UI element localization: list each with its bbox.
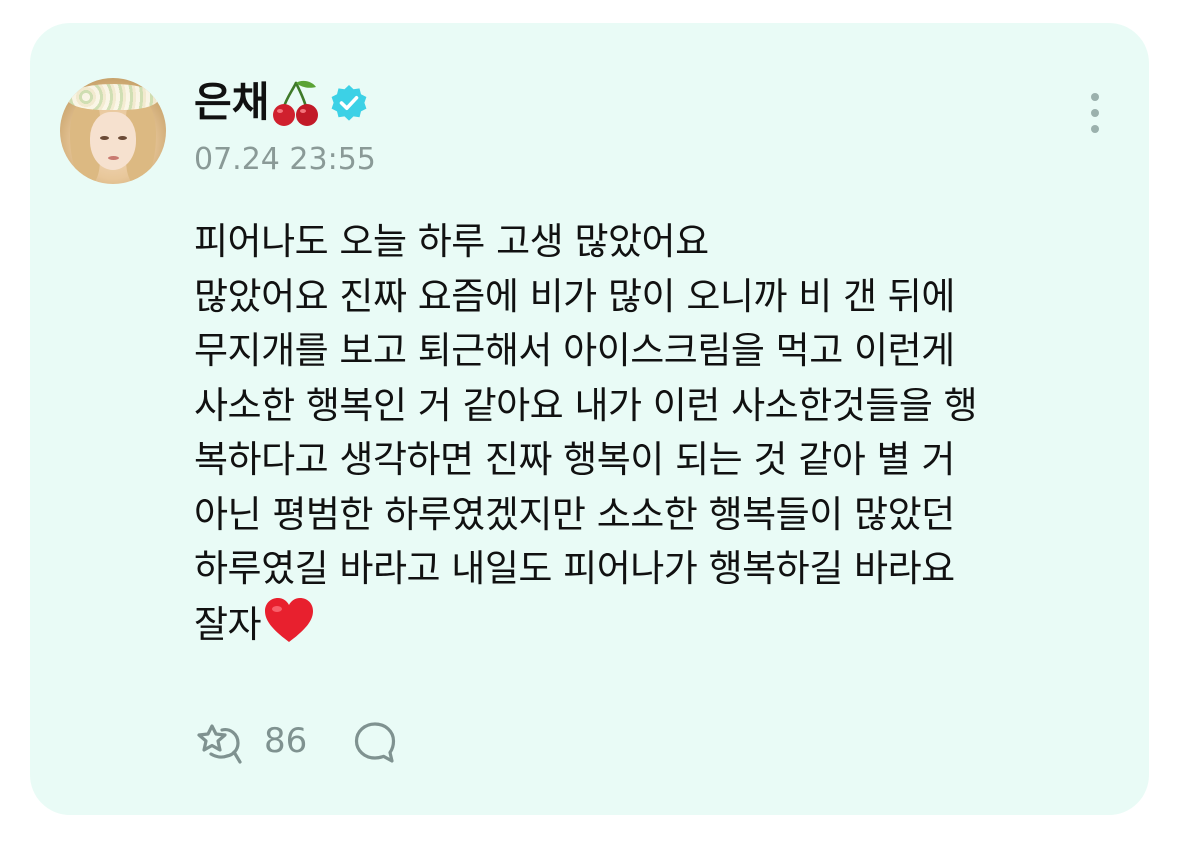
post-body-line: 많았어요 진짜 요즘에 비가 많이 오니까 비 갠 뒤에 (194, 274, 955, 318)
avatar-eye-right (118, 136, 127, 140)
verified-badge-icon (331, 85, 367, 121)
post-body-line: 피어나도 오늘 하루 고생 많았어요 (194, 220, 709, 263)
post-body-line: 사소한 행복인 거 같아요 내가 이런 사소한것들을 행 (194, 383, 978, 427)
more-vertical-icon[interactable] (1083, 89, 1107, 139)
repost-icon[interactable] (194, 720, 248, 766)
post-body-line: 아닌 평범한 하루였겠지만 소소한 행복들이 많았던 (194, 492, 955, 536)
avatar-eye-left (100, 136, 109, 140)
post-body-line: 하루였길 바라고 내일도 피어나가 행복하길 바라요 (194, 547, 955, 590)
post-body: 피어나도 오늘 하루 고생 많았어요 많았어요 진짜 요즘에 비가 많이 오니까… (194, 215, 1114, 652)
avatar-flower-crown (68, 84, 158, 110)
avatar-lips (108, 156, 119, 160)
post-card: 은채 07.24 23:55 피어나도 오늘 하루 고생 많았어요 많았어요 진… (30, 23, 1149, 815)
avatar[interactable] (60, 78, 166, 184)
post-body-line: 무지개를 보고 퇴근해서 아이스크림을 먹고 이런게 (194, 329, 955, 372)
repost-count: 86 (264, 721, 308, 761)
comment-icon[interactable] (352, 720, 398, 766)
author-name[interactable]: 은채 (194, 82, 269, 123)
post-body-last-line: 잘자 (194, 597, 1114, 653)
red-heart-icon (265, 597, 314, 642)
post-timestamp: 07.24 23:55 (194, 142, 376, 177)
post-body-line: 잘자 (194, 602, 262, 646)
avatar-face (90, 112, 136, 170)
cherry-icon (273, 80, 318, 126)
post-body-line: 복하다고 생각하면 진짜 행복이 되는 것 같아 별 거 (194, 438, 955, 481)
